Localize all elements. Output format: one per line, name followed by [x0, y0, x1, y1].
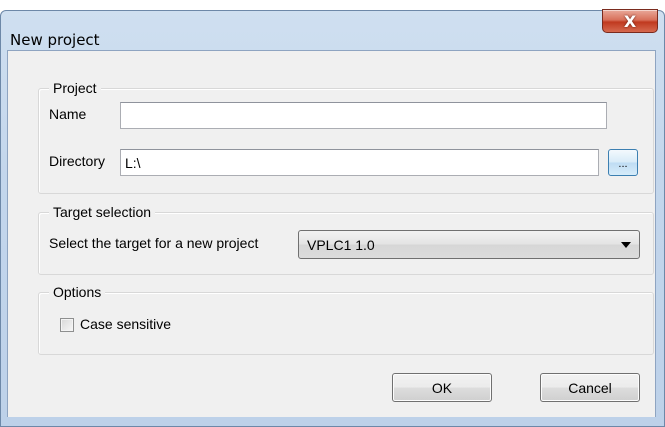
target-select-label: Select the target for a new project — [49, 235, 259, 251]
name-label: Name — [49, 106, 87, 122]
cancel-button[interactable]: Cancel — [540, 373, 640, 402]
target-dropdown[interactable]: VPLC1 1.0 — [298, 230, 640, 259]
options-legend: Options — [49, 284, 106, 300]
target-selection-legend: Target selection — [49, 204, 156, 220]
directory-field[interactable]: L:\ — [120, 149, 599, 176]
window-title: New project — [10, 31, 100, 49]
name-field[interactable] — [120, 102, 607, 129]
ok-button[interactable]: OK — [392, 373, 492, 402]
project-group-legend: Project — [49, 80, 101, 96]
case-sensitive-label[interactable]: Case sensitive — [80, 316, 171, 332]
chevron-down-icon — [621, 242, 631, 248]
close-icon: X — [623, 11, 637, 31]
directory-label: Directory — [49, 153, 106, 169]
browse-button[interactable]: ... — [608, 149, 638, 176]
close-button[interactable]: X — [602, 9, 658, 33]
case-sensitive-checkbox[interactable] — [60, 318, 74, 332]
target-dropdown-value: VPLC1 1.0 — [307, 237, 375, 253]
